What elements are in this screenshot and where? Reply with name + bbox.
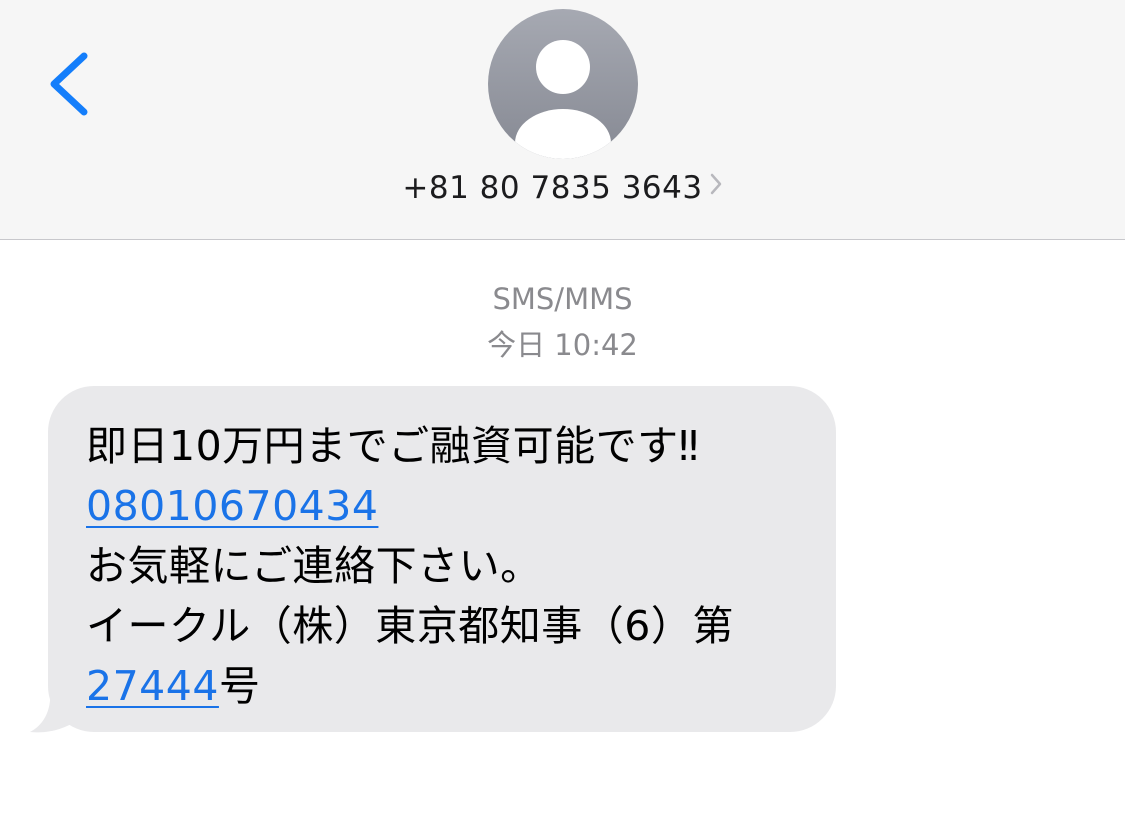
conversation-header: +81 80 7835 3643 bbox=[0, 0, 1125, 240]
message-line-4: イークル（株）東京都知事（6）第 bbox=[86, 602, 734, 650]
person-avatar-icon bbox=[488, 9, 638, 159]
license-suffix: 号 bbox=[218, 662, 261, 710]
back-button[interactable] bbox=[40, 44, 100, 124]
service-label: SMS/MMS bbox=[492, 282, 633, 316]
license-number-link[interactable]: 27444 bbox=[86, 662, 219, 710]
message-line-3: お気軽にご連絡下さい。 bbox=[86, 542, 542, 590]
message-line-1: 即日10万円までご融資可能です‼ bbox=[86, 422, 700, 470]
contact-name-button[interactable]: +81 80 7835 3643 bbox=[0, 170, 1125, 206]
message-timestamp: 今日 10:42 bbox=[487, 328, 638, 362]
chevron-right-icon bbox=[709, 169, 723, 205]
message-line-2: 08010670434 bbox=[86, 476, 836, 536]
contact-avatar[interactable] bbox=[488, 9, 638, 159]
message-line-5: 27444号 bbox=[86, 656, 836, 716]
contact-number: +81 80 7835 3643 bbox=[402, 170, 703, 206]
phone-number-link[interactable]: 08010670434 bbox=[86, 482, 378, 530]
chevron-left-icon bbox=[50, 52, 88, 116]
message-bubble[interactable]: 即日10万円までご融資可能です‼ 08010670434 お気軽にご連絡下さい。… bbox=[48, 386, 836, 732]
